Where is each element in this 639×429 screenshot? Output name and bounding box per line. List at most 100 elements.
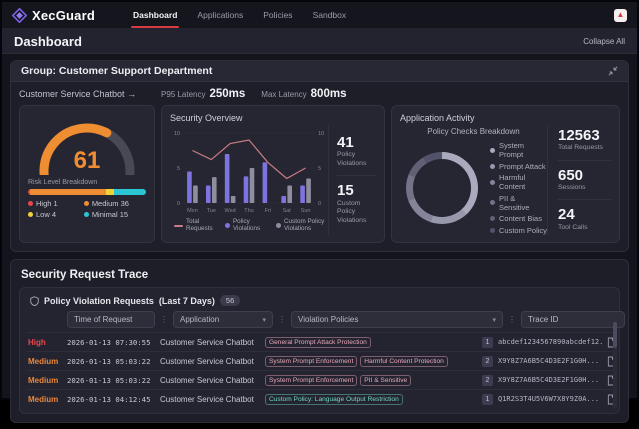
security-overview-chart: 00551010MonTueWedThuFriSatSun (170, 125, 328, 218)
security-stats: 41 Policy Violations 15 Custom Policy Vi… (328, 125, 376, 235)
time-cell: 2026-01-13 05:03:22 (67, 357, 155, 366)
chart-legend-bar: Custom Policy Violations (276, 219, 328, 233)
svg-text:61: 61 (74, 147, 101, 174)
policy-count-badge: 1 (482, 337, 493, 348)
severity-badge: High (28, 338, 62, 347)
brand-name: XecGuard (32, 8, 95, 23)
xecguard-logo-icon (12, 8, 27, 23)
arrow-right-icon: → (127, 89, 136, 99)
policy-tag[interactable]: System Prompt Enforcement (265, 356, 357, 367)
svg-text:Sun: Sun (301, 208, 311, 214)
policies-cell: General Prompt Attack Protection (265, 337, 477, 348)
risk-gauge-chart: 61 (28, 113, 146, 175)
trace-table: Policy Violation Requests (Last 7 Days) … (19, 287, 620, 414)
column-menu-icon[interactable]: ⋮ (278, 315, 286, 324)
table-scrollbar[interactable] (613, 322, 617, 409)
nav-item-applications[interactable]: Applications (187, 2, 253, 28)
policy-legend-label: System Prompt (499, 141, 547, 159)
column-menu-icon[interactable]: ⋮ (160, 315, 168, 324)
trace-id-cell[interactable]: X9Y8Z7A6B5C4D3E2F1G0H... (498, 376, 602, 384)
collapse-group-icon[interactable] (608, 66, 618, 76)
custom-policy-violations-value: 15 (337, 183, 376, 200)
column-label: Time of Request (74, 315, 132, 324)
risk-bar-segment-low (106, 189, 114, 195)
chart-legend-bar: Policy Violations (225, 219, 269, 233)
latency-p95: P95 Latency 250ms (161, 88, 245, 100)
trace-table-body: High2026-01-13 07:30:55Customer Service … (26, 332, 613, 408)
svg-text:5: 5 (177, 166, 180, 172)
policy-legend-label: Prompt Attack (499, 162, 546, 171)
chevron-down-icon[interactable]: ▾ (262, 316, 266, 324)
time-cell: 2026-01-13 04:12:45 (67, 395, 155, 404)
legend-line-icon (174, 225, 183, 227)
policies-cell: System Prompt EnforcementPII & Sensitive (265, 375, 477, 386)
legend-dot-icon (84, 201, 89, 206)
legend-dot-icon (490, 148, 495, 153)
app-window: XecGuard DashboardApplicationsPoliciesSa… (0, 0, 639, 400)
security-overview-title: Security Overview (170, 113, 376, 123)
legend-dot-icon (490, 216, 495, 221)
nav-item-sandbox[interactable]: Sandbox (303, 2, 357, 28)
activity-stat-value: 650 (558, 168, 611, 185)
time-cell: 2026-01-13 05:03:22 (67, 376, 155, 385)
table-row[interactable]: High2026-01-13 07:30:55Customer Service … (26, 332, 613, 351)
svg-text:Wed: Wed (225, 208, 236, 214)
column-menu-icon[interactable]: ⋮ (508, 315, 516, 324)
app-link[interactable]: Customer Service Chatbot → (19, 89, 161, 99)
policy-checks-donut-chart (406, 152, 478, 224)
collapse-all-button[interactable]: Collapse All (583, 37, 625, 46)
trace-id-cell[interactable]: Q1R2S3T4U5V6W7X8Y9Z0A... (498, 395, 602, 403)
legend-dot-icon (276, 223, 281, 228)
trace-id-cell[interactable]: X9Y8Z7A6B5C4D3E2F1G0H... (498, 357, 602, 365)
column-header-app[interactable]: Application▾ (173, 311, 273, 328)
policy-violations-value: 41 (337, 135, 376, 152)
page-header: Dashboard Collapse All (2, 29, 637, 54)
divider (558, 160, 611, 161)
application-cell: Customer Service Chatbot (160, 357, 260, 366)
svg-text:0: 0 (318, 201, 321, 207)
policy-count-badge: 1 (482, 394, 493, 405)
column-header-pol[interactable]: Violation Policies▾ (291, 311, 503, 328)
shield-icon (30, 296, 39, 306)
policy-legend-item: System Prompt (490, 141, 547, 159)
severity-badge: Medium (28, 357, 62, 366)
svg-text:Thu: Thu (244, 208, 253, 214)
nav-item-policies[interactable]: Policies (253, 2, 302, 28)
application-activity-card: Application Activity Policy Checks Break… (391, 105, 620, 243)
policy-legend-label: Content Bias (499, 214, 542, 223)
policy-tag[interactable]: Harmful Content Protection (360, 356, 448, 367)
policies-cell: System Prompt EnforcementHarmful Content… (265, 356, 477, 367)
chart-legend-label: Custom Policy Violations (284, 219, 328, 233)
risk-legend-high: High 1 (28, 199, 80, 208)
legend-dot-icon (490, 200, 495, 205)
severity-badge: Medium (28, 376, 62, 385)
table-row[interactable]: Medium2026-01-13 05:03:22Customer Servic… (26, 370, 613, 389)
risk-legend-low: Low 4 (28, 210, 80, 219)
chevron-down-icon[interactable]: ▾ (492, 316, 496, 324)
trace-table-period: (Last 7 Days) (159, 296, 215, 306)
trace-section-title: Security Request Trace (21, 269, 148, 281)
legend-dot-icon (28, 212, 33, 217)
trace-id-cell[interactable]: abcdef1234567890abcdef12... (498, 338, 602, 346)
table-row[interactable]: Medium 2026-01-13 05:03:22 Customer Servic… (26, 351, 613, 370)
risk-legend-medium: Medium 36 (84, 199, 146, 208)
org-avatar-icon[interactable]: ▲ (614, 9, 627, 22)
group-title: Group: Customer Support Department (21, 65, 212, 77)
nav-item-dashboard[interactable]: Dashboard (123, 2, 187, 28)
legend-dot-icon (490, 164, 495, 169)
group-header: Group: Customer Support Department (11, 61, 628, 82)
policy-tag[interactable]: PII & Sensitive (360, 375, 411, 386)
policy-tag[interactable]: General Prompt Attack Protection (265, 337, 371, 348)
policy-tag[interactable]: Custom Policy: Language Output Restricti… (265, 394, 403, 405)
activity-stat-value: 24 (558, 207, 611, 224)
brand[interactable]: XecGuard (12, 8, 95, 23)
policy-legend-item: Harmful Content (490, 173, 547, 191)
legend-dot-icon (225, 223, 230, 228)
activity-stats: 12563Total Requests650Sessions24Tool Cal… (547, 125, 611, 235)
policy-tag[interactable]: System Prompt Enforcement (265, 375, 357, 386)
column-header-time[interactable]: Time of Request (67, 311, 155, 328)
column-header-trace[interactable]: Trace ID (521, 311, 625, 328)
table-row[interactable]: Medium2026-01-13 04:12:45Customer Servic… (26, 389, 613, 408)
trace-table-header-row: Time of Request ⋮ Application▾ ⋮ Violation P… (26, 311, 613, 332)
risk-legend-label: Low 4 (36, 210, 56, 219)
